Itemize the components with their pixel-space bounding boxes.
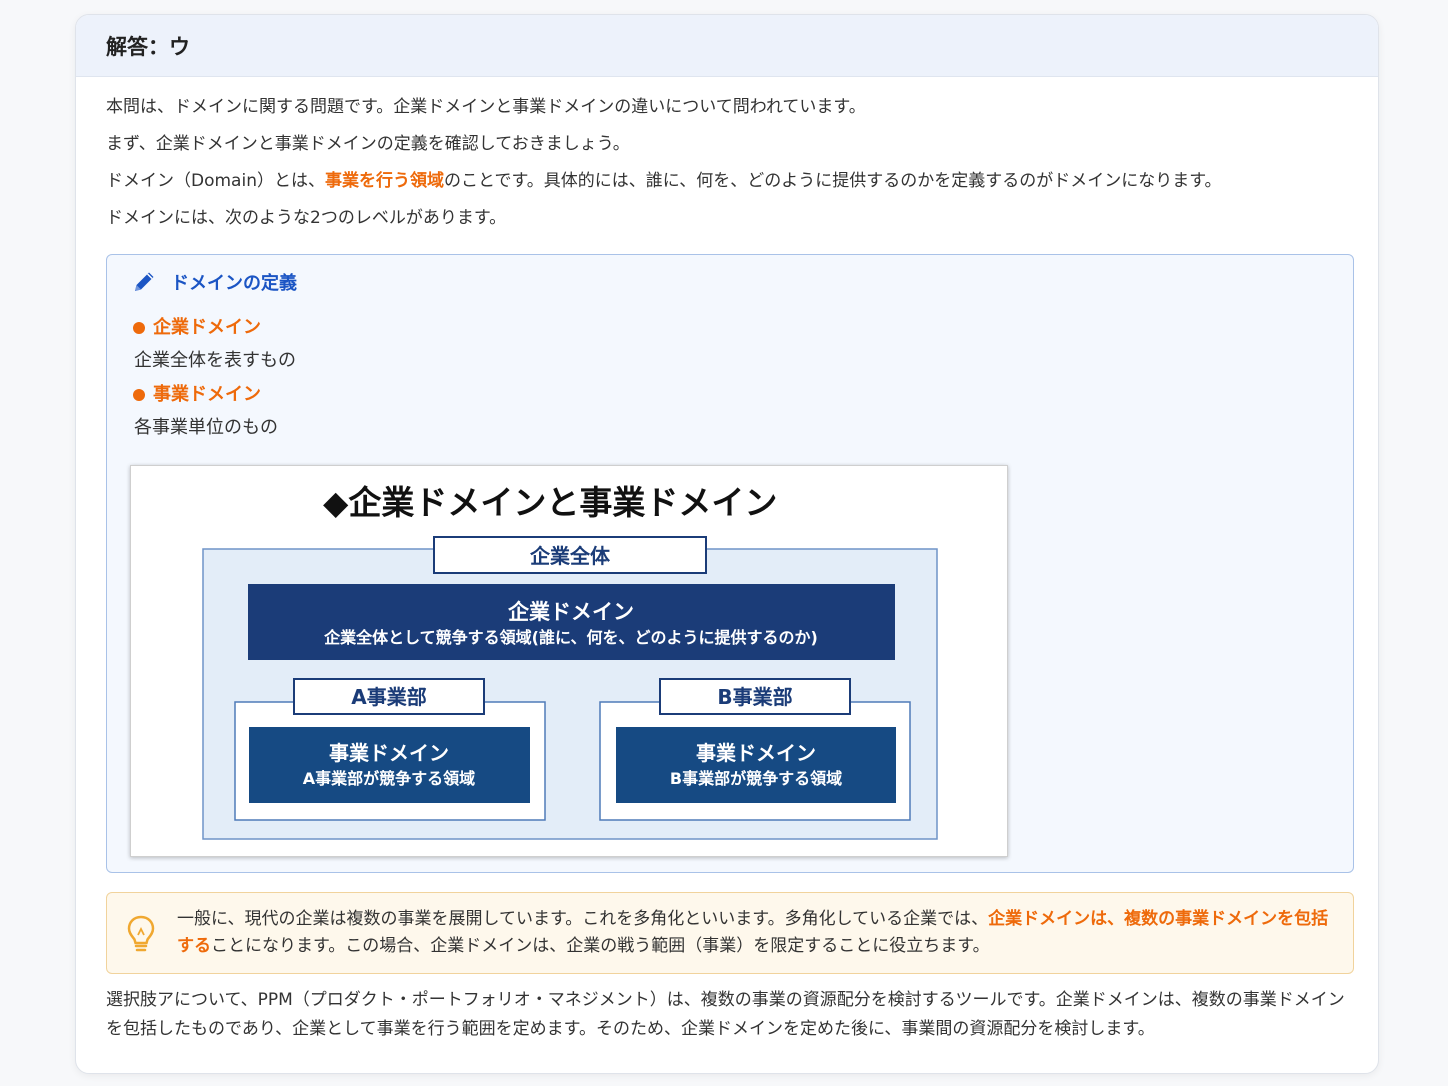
definition-item-business: 事業ドメイン — [133, 380, 261, 406]
answer-body: 本問は、ドメインに関する問題です。企業ドメインと事業ドメインの違いについて問われ… — [76, 77, 1378, 237]
division-b-domain-block — [616, 727, 896, 803]
division-a-domain-title: 事業ドメイン — [329, 741, 449, 765]
p3-text-after: のことです。具体的には、誰に、何を、どのように提供するのかを定義するのがドメイン… — [443, 171, 1222, 191]
division-a-domain-block — [249, 727, 530, 803]
definition-desc-business: 各事業単位のもの — [134, 417, 278, 438]
intro-paragraph-3: ドメイン（Domain）とは、事業を行う領域のことです。具体的には、誰に、何を、… — [106, 163, 1348, 200]
bullet-icon — [133, 322, 145, 334]
closing-paragraph: 選択肢アについて、PPM（プロダクト・ポートフォリオ・マネジメント）は、複数の事… — [106, 990, 1345, 1039]
tip-text: 一般に、現代の企業は複数の事業を展開しています。これを多角化といいます。多角化し… — [177, 906, 1337, 960]
definition-item-label: 事業ドメイン — [153, 384, 261, 405]
tip-box: 一般に、現代の企業は複数の事業を展開しています。これを多角化といいます。多角化し… — [106, 892, 1354, 974]
p3-text-before: ドメイン（Domain）とは、 — [106, 171, 325, 191]
division-b-label: B事業部 — [717, 685, 792, 709]
definition-desc-corporate: 企業全体を表すもの — [134, 350, 296, 371]
diagram-title: ◆企業ドメインと事業ドメイン — [323, 483, 777, 522]
tip-text-before: 一般に、現代の企業は複数の事業を展開しています。これを多角化といいます。多角化し… — [177, 909, 989, 929]
tip-text-after: ことになります。この場合、企業ドメインは、企業の戦う範囲（事業）を限定することに… — [211, 936, 990, 956]
division-a-label: A事業部 — [351, 685, 426, 709]
definition-item-corporate: 企業ドメイン — [133, 313, 261, 339]
corporate-domain-title: 企業ドメイン — [507, 600, 634, 624]
division-b-domain-desc: B事業部が競争する領域 — [670, 769, 842, 788]
answer-header: 解答：ウ — [76, 15, 1378, 77]
intro-paragraph-4: ドメインには、次のような2つのレベルがあります。 — [106, 208, 507, 228]
bullet-icon — [133, 389, 145, 401]
division-a-domain-desc: A事業部が競争する領域 — [303, 769, 475, 788]
definition-title: ドメインの定義 — [131, 269, 297, 295]
definition-box: ドメインの定義 企業ドメイン 企業全体を表すもの 事業ドメイン 各事業単位のもの… — [106, 254, 1354, 873]
definition-item-label: 企業ドメイン — [153, 317, 261, 338]
definition-title-text: ドメインの定義 — [171, 273, 297, 294]
lightbulb-icon — [127, 915, 155, 952]
pencil-icon — [135, 272, 154, 291]
corporate-domain-desc: 企業全体として競争する領域(誰に、何を、どのように提供するのか) — [323, 628, 818, 647]
p3-highlight: 事業を行う領域 — [324, 171, 444, 191]
domain-diagram: ◆企業ドメインと事業ドメイン 企業全体 企業ドメイン 企業全体として競争する領域… — [130, 465, 1008, 857]
company-label: 企業全体 — [529, 544, 611, 568]
answer-card: 解答：ウ 本問は、ドメインに関する問題です。企業ドメインと事業ドメインの違いにつ… — [75, 14, 1379, 1074]
division-b-domain-title: 事業ドメイン — [696, 741, 816, 765]
intro-paragraph-2: まず、企業ドメインと事業ドメインの定義を確認しておきましょう。 — [106, 134, 630, 154]
domain-diagram-svg: ◆企業ドメインと事業ドメイン 企業全体 企業ドメイン 企業全体として競争する領域… — [202, 483, 938, 840]
intro-paragraph-1: 本問は、ドメインに関する問題です。企業ドメインと事業ドメインの違いについて問われ… — [106, 97, 866, 117]
